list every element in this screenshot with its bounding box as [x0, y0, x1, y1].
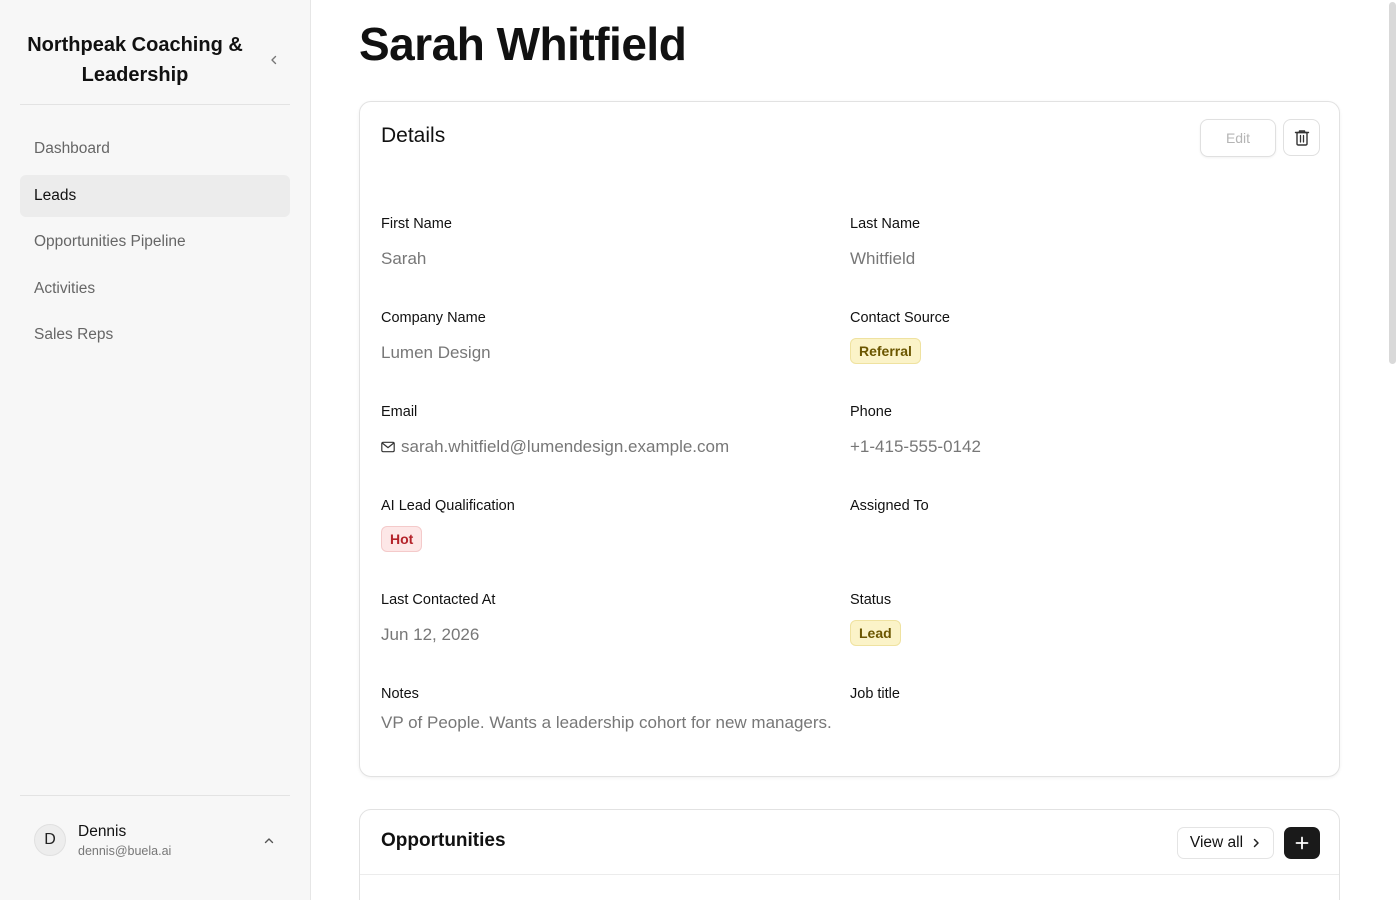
ai-qualification-badge: Hot	[381, 526, 423, 552]
brand-name: Northpeak Coaching & Leadership	[27, 34, 243, 86]
page-title: Sarah Whitfield	[359, 18, 687, 70]
sidebar-item-label: Activities	[34, 279, 96, 297]
field-label: First Name	[381, 216, 452, 232]
avatar: D	[34, 824, 66, 856]
field-label: Status	[850, 592, 892, 608]
field-label: Contact Source	[850, 310, 950, 326]
field-label: Last Name	[850, 216, 921, 232]
field-label: Job title	[850, 686, 900, 702]
field-label: Assigned To	[850, 498, 929, 514]
field-ai-lead-qualification: AI Lead Qualification Hot	[381, 496, 515, 552]
details-card: Details Edit First Name Sarah Last Name …	[359, 101, 1340, 777]
status-badge: Lead	[850, 620, 901, 646]
field-email: Email sarah.whitfield@lumendesign.exampl…	[381, 402, 729, 458]
field-value: Sarah	[381, 249, 427, 268]
field-notes: Notes VP of People. Wants a leadership c…	[381, 684, 832, 734]
sidebar-item-activities[interactable]: Activities	[20, 268, 290, 310]
field-label: AI Lead Qualification	[381, 498, 515, 514]
sidebar-item-label: Dashboard	[34, 140, 110, 157]
divider	[360, 874, 1339, 875]
sidebar-item-leads[interactable]: Leads	[20, 174, 290, 217]
brand-header: Northpeak Coaching & Leadership	[20, 20, 290, 105]
sidebar-item-label: Opportunities Pipeline	[34, 233, 186, 250]
collapse-sidebar-button[interactable]	[264, 50, 284, 70]
field-phone: Phone +1-415-555-0142	[850, 402, 981, 458]
field-value: VP of People. Wants a leadership cohort …	[381, 713, 832, 732]
field-company-name: Company Name Lumen Design	[381, 308, 491, 364]
sidebar-item-label: Sales Reps	[34, 326, 114, 343]
sidebar-item-dashboard[interactable]: Dashboard	[20, 128, 290, 170]
email-value: sarah.whitfield@lumendesign.example.com	[401, 437, 730, 456]
page-scrollbar[interactable]	[1386, 0, 1400, 900]
field-last-name: Last Name Whitfield	[850, 214, 920, 270]
user-menu[interactable]: D Dennis dennis@buela.ai	[20, 795, 290, 885]
sidebar-item-opportunities-pipeline[interactable]: Opportunities Pipeline	[20, 221, 290, 263]
view-all-label: View all	[1189, 834, 1244, 851]
field-label: Email	[381, 404, 418, 420]
sidebar: Northpeak Coaching & Leadership Dashboar…	[0, 0, 311, 900]
field-label: Phone	[850, 404, 892, 420]
field-job-title: Job title	[850, 684, 900, 718]
edit-button[interactable]: Edit	[1200, 119, 1276, 157]
scrollbar-thumb[interactable]	[1389, 2, 1396, 364]
field-first-name: First Name Sarah	[381, 214, 452, 270]
field-contact-source: Contact Source Referral	[850, 308, 950, 364]
mail-icon	[381, 441, 395, 453]
chevron-left-icon	[271, 55, 277, 65]
chevron-up-icon	[264, 838, 274, 844]
field-value: Whitfield	[850, 249, 916, 268]
details-title: Details	[381, 124, 446, 147]
view-all-button[interactable]: View all	[1177, 827, 1274, 859]
field-assigned-to: Assigned To	[850, 496, 929, 530]
user-menu-toggle[interactable]	[260, 832, 278, 850]
trash-icon	[1294, 129, 1309, 146]
delete-button[interactable]	[1283, 119, 1320, 156]
sidebar-item-label: Leads	[34, 186, 77, 204]
field-label: Last Contacted At	[381, 592, 496, 608]
add-opportunity-button[interactable]	[1284, 827, 1320, 859]
plus-icon	[1295, 836, 1309, 850]
sidebar-item-sales-reps[interactable]: Sales Reps	[20, 314, 290, 356]
field-value: +1-415-555-0142	[850, 437, 981, 456]
contact-source-badge: Referral	[850, 338, 921, 364]
opportunities-title: Opportunities	[381, 830, 506, 851]
user-email: dennis@buela.ai	[78, 844, 172, 858]
user-name: Dennis	[78, 823, 127, 840]
field-value: Jun 12, 2026	[381, 625, 480, 644]
email-link[interactable]: sarah.whitfield@lumendesign.example.com	[381, 436, 729, 458]
sidebar-nav: Dashboard Leads Opportunities Pipeline A…	[20, 128, 290, 361]
field-label: Company Name	[381, 310, 486, 326]
field-value: Lumen Design	[381, 343, 491, 362]
field-label: Notes	[381, 686, 419, 702]
chevron-right-icon	[1253, 838, 1259, 848]
field-status: Status Lead	[850, 590, 901, 646]
opportunities-card: Opportunities View all	[359, 809, 1340, 900]
field-last-contacted-at: Last Contacted At Jun 12, 2026	[381, 590, 495, 646]
